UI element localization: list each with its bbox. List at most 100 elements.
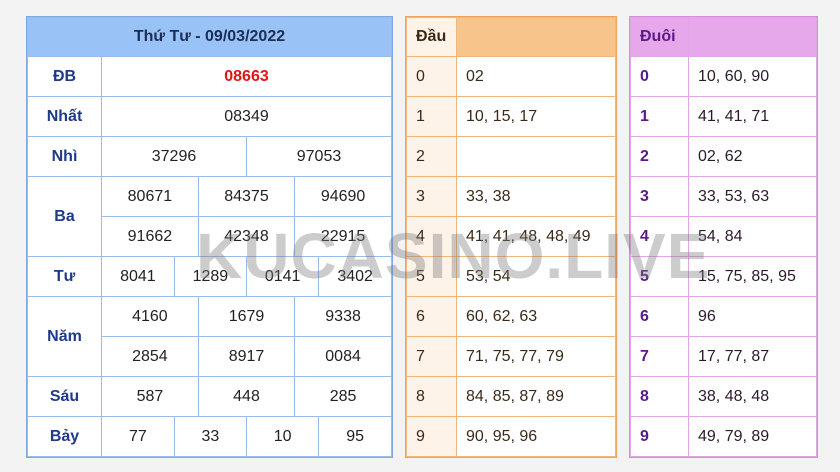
dau-values: 71, 75, 77, 79 bbox=[456, 336, 616, 377]
dau-header: Đầu bbox=[406, 17, 457, 57]
prize-numbers-cell: 8041 1289 0141 3402 bbox=[101, 256, 392, 297]
duoi-row: 8 38, 48, 48 bbox=[630, 376, 817, 417]
duoi-values: 41, 41, 71 bbox=[688, 96, 817, 137]
duoi-values: 33, 53, 63 bbox=[688, 176, 817, 217]
prize-number: 9338 bbox=[294, 297, 391, 336]
prize-number: 1679 bbox=[197, 297, 295, 336]
prize-row: Năm 4160 1679 9338 bbox=[27, 296, 392, 377]
dau-row: 7 71, 75, 77, 79 bbox=[406, 336, 616, 377]
duoi-values: 10, 60, 90 bbox=[688, 56, 817, 97]
duoi-row: 6 96 bbox=[630, 296, 817, 337]
duoi-digit: 7 bbox=[630, 336, 689, 377]
duoi-values: 15, 75, 85, 95 bbox=[688, 256, 817, 297]
dau-row: 9 90, 95, 96 bbox=[406, 416, 616, 457]
prize-label: Tư bbox=[27, 256, 102, 297]
prize-number: 2854 bbox=[132, 347, 168, 365]
dau-digit: 4 bbox=[406, 216, 457, 257]
prize-numbers-cell: 37296 97053 bbox=[101, 136, 392, 177]
prize-label: Sáu bbox=[27, 376, 102, 417]
duoi-digit: 5 bbox=[630, 256, 689, 297]
duoi-row: 0 10, 60, 90 bbox=[630, 56, 817, 97]
prize-number: 8917 bbox=[197, 337, 295, 376]
dau-row: 8 84, 85, 87, 89 bbox=[406, 376, 616, 417]
dau-digit: 0 bbox=[406, 56, 457, 97]
dau-digit: 9 bbox=[406, 416, 457, 457]
prize-number: 0084 bbox=[294, 337, 391, 376]
prize-numbers-cell: 80671 84375 94690 bbox=[101, 176, 392, 217]
prize-label: Nhất bbox=[27, 96, 102, 137]
prize-label: Nhì bbox=[27, 136, 102, 177]
dau-table: Đầu 0 02 1 10, 15, 17 2 3 33, 38 4 41, 41, 48, 4… bbox=[406, 17, 616, 457]
duoi-digit: 9 bbox=[630, 416, 689, 457]
prize-row: Tư 8041 1289 0141 3402 bbox=[27, 256, 392, 297]
duoi-values: 38, 48, 48 bbox=[688, 376, 817, 417]
duoi-row: 2 02, 62 bbox=[630, 136, 817, 177]
duoi-panel: Đuôi 0 10, 60, 90 1 41, 41, 71 2 02, 62 3 33, 5… bbox=[629, 16, 818, 458]
dau-values: 33, 38 bbox=[456, 176, 616, 217]
prize-row: Sáu 587 448 285 bbox=[27, 376, 392, 417]
results-table: Thứ Tư - 09/03/2022 ĐB 08663 Nhất 08349 Nhì 3… bbox=[27, 17, 392, 457]
duoi-row: 3 33, 53, 63 bbox=[630, 176, 817, 217]
prize-numbers-cell: 77 33 10 95 bbox=[101, 416, 392, 457]
prize-number: 77 bbox=[128, 427, 147, 445]
dau-values: 02 bbox=[456, 56, 616, 97]
duoi-values: 96 bbox=[688, 296, 817, 337]
dau-digit: 6 bbox=[406, 296, 457, 337]
prize-number: 94690 bbox=[294, 177, 391, 216]
duoi-table: Đuôi 0 10, 60, 90 1 41, 41, 71 2 02, 62 3 33, 5… bbox=[630, 17, 817, 457]
prize-numbers-cell: 08349 bbox=[101, 96, 392, 137]
prize-row: Bảy 77 33 10 95 bbox=[27, 416, 392, 457]
prize-number: 33 bbox=[173, 417, 247, 456]
dau-row: 6 60, 62, 63 bbox=[406, 296, 616, 337]
prize-row: Nhất 08349 bbox=[27, 96, 392, 137]
prize-numbers-cell: 587 448 285 bbox=[101, 376, 392, 417]
prize-number: 285 bbox=[294, 377, 391, 416]
duoi-digit: 4 bbox=[630, 216, 689, 257]
dau-digit: 7 bbox=[406, 336, 457, 377]
prize-number: 95 bbox=[318, 417, 391, 456]
prize-number: 37296 bbox=[151, 147, 197, 165]
dau-panel: Đầu 0 02 1 10, 15, 17 2 3 33, 38 4 41, 41, 48, 4… bbox=[405, 16, 617, 458]
prize-label: Bảy bbox=[27, 416, 102, 457]
duoi-row: 9 49, 79, 89 bbox=[630, 416, 817, 457]
prize-numbers-cell: 4160 1679 9338 bbox=[101, 296, 392, 337]
prize-label: Ba bbox=[27, 176, 102, 257]
duoi-values: 49, 79, 89 bbox=[688, 416, 817, 457]
dau-digit: 1 bbox=[406, 96, 457, 137]
duoi-values: 02, 62 bbox=[688, 136, 817, 177]
duoi-digit: 2 bbox=[630, 136, 689, 177]
prize-number: 97053 bbox=[246, 137, 391, 176]
prize-number: 42348 bbox=[197, 217, 295, 256]
dau-row: 3 33, 38 bbox=[406, 176, 616, 217]
duoi-header-blank bbox=[688, 17, 817, 57]
prize-numbers-cell: 2854 8917 0084 bbox=[101, 336, 392, 377]
duoi-digit: 3 bbox=[630, 176, 689, 217]
dau-values: 10, 15, 17 bbox=[456, 96, 616, 137]
duoi-row: 4 54, 84 bbox=[630, 216, 817, 257]
duoi-row: 1 41, 41, 71 bbox=[630, 96, 817, 137]
prize-number: 4160 bbox=[132, 307, 168, 325]
dau-values: 53, 54 bbox=[456, 256, 616, 297]
duoi-digit: 1 bbox=[630, 96, 689, 137]
results-panel: Thứ Tư - 09/03/2022 ĐB 08663 Nhất 08349 Nhì 3… bbox=[26, 16, 393, 458]
prize-row: ĐB 08663 bbox=[27, 56, 392, 97]
dau-digit: 5 bbox=[406, 256, 457, 297]
prize-label: Năm bbox=[27, 296, 102, 377]
duoi-values: 54, 84 bbox=[688, 216, 817, 257]
special-prize-number: 08663 bbox=[224, 67, 269, 85]
dau-row: 1 10, 15, 17 bbox=[406, 96, 616, 137]
prize-number: 8041 bbox=[120, 267, 156, 285]
dau-row: 5 53, 54 bbox=[406, 256, 616, 297]
duoi-digit: 8 bbox=[630, 376, 689, 417]
dau-digit: 3 bbox=[406, 176, 457, 217]
dau-header-blank bbox=[456, 17, 616, 57]
duoi-digit: 0 bbox=[630, 56, 689, 97]
prize-number: 84375 bbox=[197, 177, 295, 216]
prize-number: 80671 bbox=[127, 187, 173, 205]
dau-row: 0 02 bbox=[406, 56, 616, 97]
dau-values: 84, 85, 87, 89 bbox=[456, 376, 616, 417]
dau-values: 90, 95, 96 bbox=[456, 416, 616, 457]
duoi-digit: 6 bbox=[630, 296, 689, 337]
prize-row: Ba 80671 84375 94690 bbox=[27, 176, 392, 257]
dau-values: 41, 41, 48, 48, 49 bbox=[456, 216, 616, 257]
